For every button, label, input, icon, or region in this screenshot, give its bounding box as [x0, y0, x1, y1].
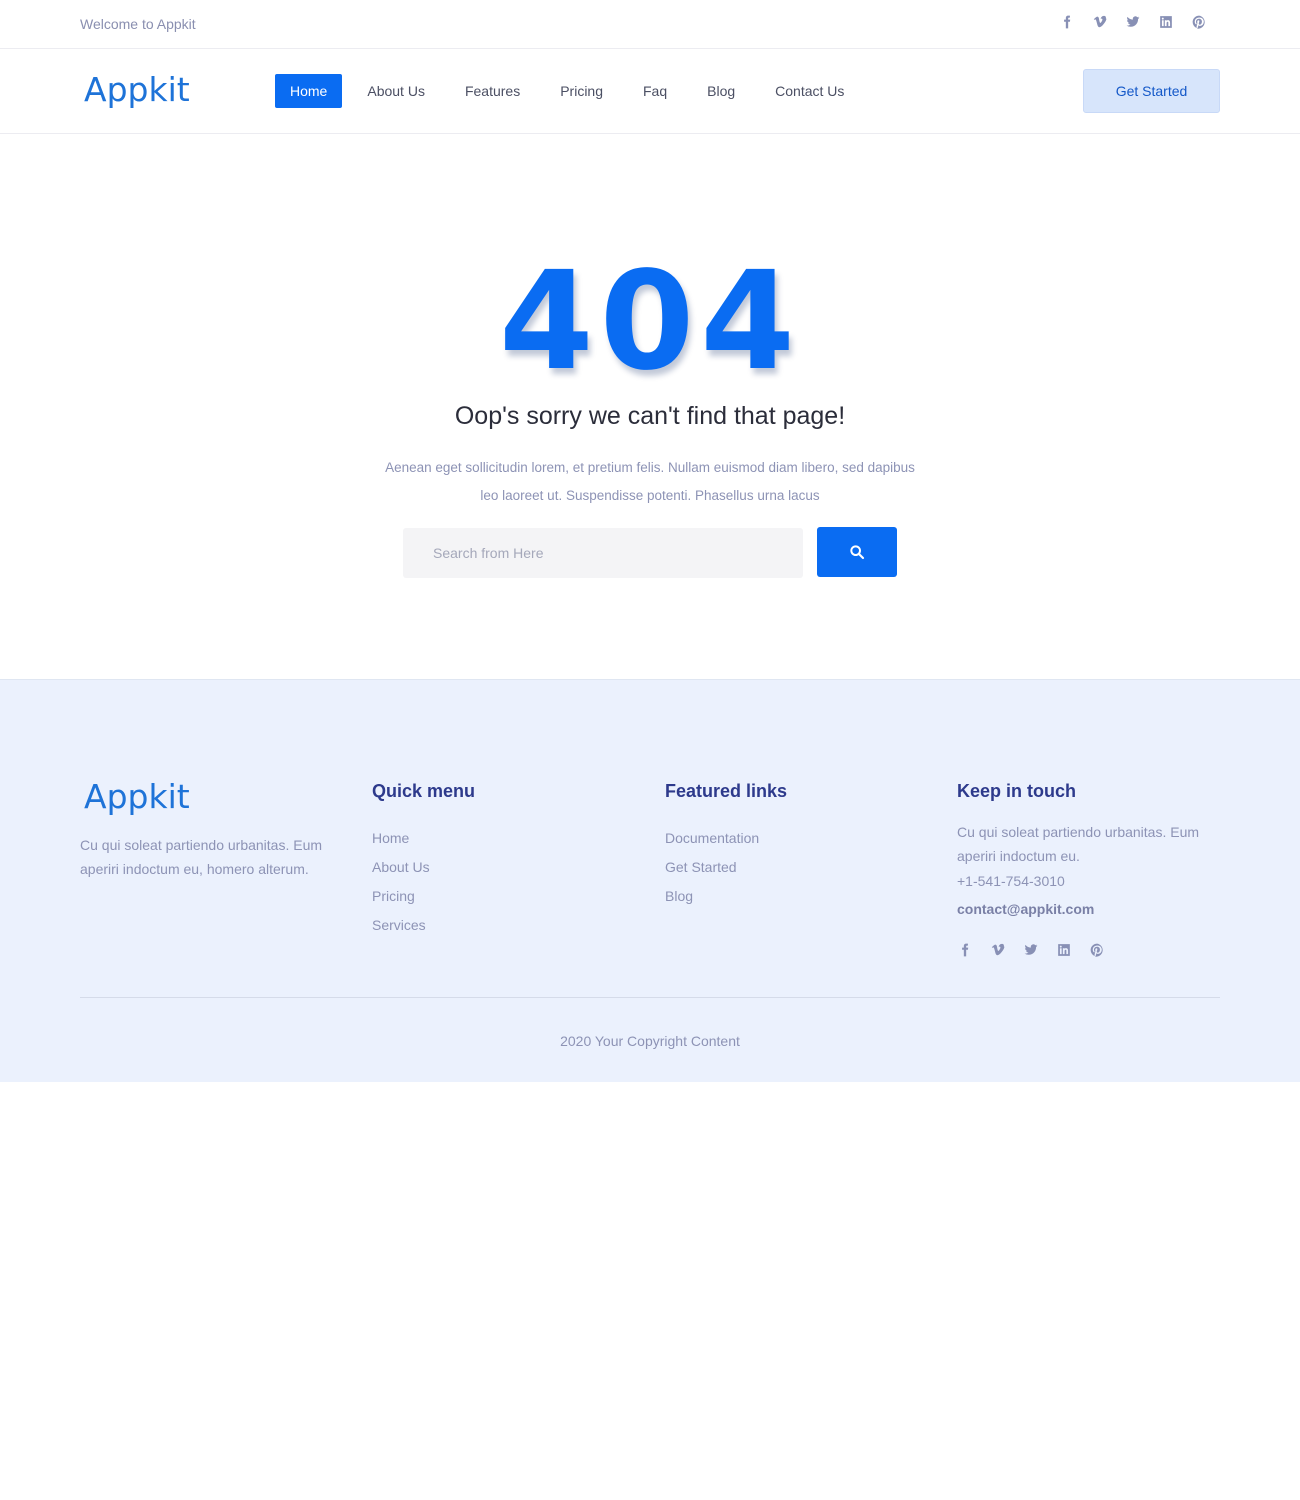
logo[interactable]: Appkit [84, 70, 190, 109]
touch-text: Cu qui soleat partiendo urbanitas. Eum a… [957, 824, 1200, 864]
facebook-icon[interactable] [1050, 12, 1083, 32]
main-menu: Home About Us Features Pricing Faq Blog … [275, 74, 869, 108]
quick-menu-title: Quick menu [372, 781, 476, 801]
error-title: Oop's sorry we can't find that page! [454, 402, 846, 430]
search-input[interactable] [403, 528, 803, 578]
nav-item-home[interactable]: Home [275, 74, 343, 108]
linkedin-icon[interactable] [1047, 940, 1080, 960]
facebook-icon[interactable] [948, 940, 981, 960]
featured-links: Featured links Documentation Get Started… [665, 781, 787, 911]
footer: Appkit Cu qui soleat partiendo urbanitas… [0, 679, 1300, 1082]
copyright-text: 2020 Your Copyright Content [560, 1033, 740, 1049]
nav-item-blog[interactable]: Blog [692, 74, 750, 108]
footer-link-blog[interactable]: Blog [665, 882, 787, 911]
pinterest-icon[interactable] [1182, 12, 1215, 32]
footer-divider [80, 997, 1220, 998]
footer-link-documentation[interactable]: Documentation [665, 824, 787, 853]
footer-link-services[interactable]: Services [372, 911, 475, 940]
featured-links-title: Featured links [665, 781, 788, 801]
phone-number[interactable]: +1-541-754-3010 [957, 873, 1207, 889]
quick-menu: Quick menu Home About Us Pricing Service… [372, 781, 475, 940]
nav-item-features[interactable]: Features [450, 74, 535, 108]
top-bar: Welcome to Appkit [0, 0, 1300, 49]
footer-link-pricing[interactable]: Pricing [372, 882, 475, 911]
pinterest-icon[interactable] [1080, 940, 1113, 960]
nav-item-contact-us[interactable]: Contact Us [760, 74, 859, 108]
footer-about-text: Cu qui soleat partiendo urbanitas. Eum a… [80, 837, 323, 877]
footer-link-about-us[interactable]: About Us [372, 853, 475, 882]
email-address[interactable]: contact@appkit.com [957, 901, 1207, 917]
get-started-button[interactable]: Get Started [1083, 69, 1220, 113]
footer-logo[interactable]: Appkit [84, 777, 190, 816]
error-code: 404 [499, 243, 801, 401]
footer-link-home[interactable]: Home [372, 824, 475, 853]
search-button[interactable] [817, 527, 897, 577]
vimeo-icon[interactable] [1083, 12, 1116, 32]
nav-item-faq[interactable]: Faq [628, 74, 682, 108]
error-description: Aenean eget sollicitudin lorem, et preti… [385, 460, 915, 503]
keep-in-touch-title: Keep in touch [957, 781, 1077, 801]
top-social-links [1050, 12, 1215, 32]
keep-in-touch: Keep in touch Cu qui soleat partiendo ur… [957, 781, 1207, 917]
linkedin-icon[interactable] [1149, 12, 1182, 32]
nav-item-about-us[interactable]: About Us [352, 74, 440, 108]
footer-social-links [948, 940, 1113, 960]
twitter-icon[interactable] [1116, 12, 1149, 32]
footer-link-get-started[interactable]: Get Started [665, 853, 787, 882]
welcome-text: Welcome to Appkit [80, 16, 196, 32]
vimeo-icon[interactable] [981, 940, 1014, 960]
main-navbar: Appkit Home About Us Features Pricing Fa… [0, 49, 1300, 134]
twitter-icon[interactable] [1014, 940, 1047, 960]
nav-item-pricing[interactable]: Pricing [545, 74, 618, 108]
search-icon [850, 545, 865, 560]
